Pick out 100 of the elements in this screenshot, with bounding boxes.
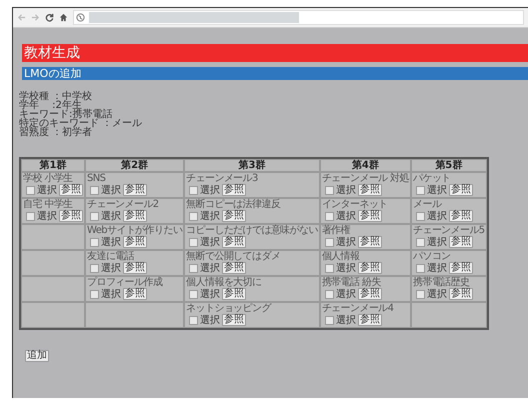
checkbox[interactable] (324, 238, 334, 246)
checkbox[interactable] (416, 290, 425, 298)
checkbox[interactable] (90, 238, 99, 246)
checkbox[interactable] (90, 290, 99, 298)
checkbox-label: 選択 (200, 288, 220, 300)
reference-button[interactable]: 参照 (358, 210, 382, 222)
item-label: メール (413, 199, 443, 210)
checkbox-label: 選択 (336, 210, 356, 222)
checkbox[interactable] (324, 212, 334, 220)
page-title: 教材生成 (22, 44, 528, 62)
checkbox[interactable] (189, 212, 198, 220)
checkbox[interactable] (189, 238, 198, 246)
checkbox-label: 選択 (101, 210, 121, 222)
reference-button[interactable]: 参照 (222, 288, 246, 300)
item-label: パケット (413, 173, 451, 184)
checkbox[interactable] (416, 212, 425, 220)
reference-button[interactable]: 参照 (449, 262, 473, 274)
reference-button[interactable]: 参照 (449, 236, 473, 248)
checkbox-label: 選択 (336, 184, 356, 196)
back-icon[interactable] (17, 13, 26, 22)
item-label: 著作権 (322, 225, 352, 236)
checkbox-label: 選択 (37, 184, 57, 196)
item-label: コピーしただけでは意味がない (186, 225, 318, 236)
checkbox[interactable] (26, 186, 35, 194)
item-label: SNS (87, 173, 106, 184)
column-header: 第2群 (85, 159, 184, 172)
reference-button[interactable]: 参照 (123, 288, 147, 300)
checkbox[interactable] (416, 186, 425, 194)
checkbox-label: 選択 (427, 236, 447, 248)
reference-button[interactable]: 参照 (123, 184, 147, 196)
checkbox[interactable] (90, 212, 99, 220)
reference-button[interactable]: 参照 (222, 210, 246, 222)
item-label: 自宅 中学生 (23, 199, 74, 210)
checkbox[interactable] (324, 316, 334, 324)
item-label: 携帯電話 紛失 (322, 277, 382, 288)
checkbox[interactable] (90, 264, 99, 272)
item-label: チェーンメール4 (322, 303, 394, 314)
checkbox[interactable] (189, 290, 198, 298)
item-label: チェーンメール5 (413, 225, 485, 236)
section-heading: LMOの追加 (22, 67, 528, 80)
reference-button[interactable]: 参照 (358, 262, 382, 274)
reference-button[interactable]: 参照 (59, 210, 83, 222)
item-label: 携帯電話歴史 (413, 277, 470, 288)
checkbox[interactable] (416, 238, 425, 246)
checkbox-label: 選択 (200, 314, 220, 326)
reference-button[interactable]: 参照 (222, 314, 246, 326)
reference-button[interactable]: 参照 (59, 184, 83, 196)
reference-button[interactable]: 参照 (358, 288, 382, 300)
reference-button[interactable]: 参照 (123, 262, 147, 274)
checkbox-label: 選択 (200, 210, 220, 222)
reference-button[interactable]: 参照 (222, 184, 246, 196)
checkbox[interactable] (416, 264, 425, 272)
checkbox-label: 選択 (427, 288, 447, 300)
item-label: 友達に電話 (87, 251, 136, 262)
item-label: プロフィール作成 (87, 277, 164, 288)
reference-button[interactable]: 参照 (358, 314, 382, 326)
info-line: 学年 :2年生 (19, 101, 82, 110)
checkbox[interactable] (324, 264, 334, 272)
item-label: チェーンメール 対処 (322, 173, 409, 184)
globe-icon (76, 13, 85, 22)
reference-button[interactable]: 参照 (123, 210, 147, 222)
item-label: 無断で公開してはダメ (186, 251, 282, 262)
checkbox-label: 選択 (101, 236, 121, 248)
home-icon[interactable] (59, 13, 68, 22)
checkbox[interactable] (324, 290, 334, 298)
column-header: 第5群 (411, 159, 487, 172)
item-label: ネットショッピング (186, 303, 272, 314)
reload-icon[interactable] (45, 13, 54, 22)
checkbox[interactable] (189, 264, 198, 272)
item-label: インターネット (322, 199, 389, 210)
reference-button[interactable]: 参照 (449, 288, 473, 300)
reference-button[interactable]: 参照 (123, 236, 147, 248)
forward-icon[interactable] (31, 13, 40, 22)
item-label: 無断コピーは法律違反 (186, 199, 282, 210)
checkbox[interactable] (189, 316, 198, 324)
checkbox-label: 選択 (336, 314, 356, 326)
checkbox-label: 選択 (101, 288, 121, 300)
reference-button[interactable]: 参照 (358, 236, 382, 248)
reference-button[interactable]: 参照 (222, 236, 246, 248)
checkbox[interactable] (324, 186, 334, 194)
add-button[interactable]: 追加 (25, 350, 49, 362)
checkbox-label: 選択 (200, 262, 220, 274)
checkbox-label: 選択 (427, 210, 447, 222)
reference-button[interactable]: 参照 (358, 184, 382, 196)
column-header: 第3群 (184, 159, 320, 172)
address-field[interactable] (73, 10, 524, 25)
item-label: 個人情報 (322, 251, 360, 262)
info-line: 習熟度 ：初学者 (19, 128, 92, 137)
checkbox[interactable] (26, 212, 35, 220)
checkbox-label: 選択 (336, 236, 356, 248)
item-label: 個人情報を大切に (186, 277, 262, 288)
checkbox-label: 選択 (101, 184, 121, 196)
reference-button[interactable]: 参照 (449, 210, 473, 222)
reference-button[interactable]: 参照 (449, 184, 473, 196)
checkbox[interactable] (189, 186, 198, 194)
checkbox-label: 選択 (200, 184, 220, 196)
checkbox-label: 選択 (427, 262, 447, 274)
reference-button[interactable]: 参照 (222, 262, 246, 274)
checkbox[interactable] (90, 186, 99, 194)
checkbox-label: 選択 (427, 184, 447, 196)
